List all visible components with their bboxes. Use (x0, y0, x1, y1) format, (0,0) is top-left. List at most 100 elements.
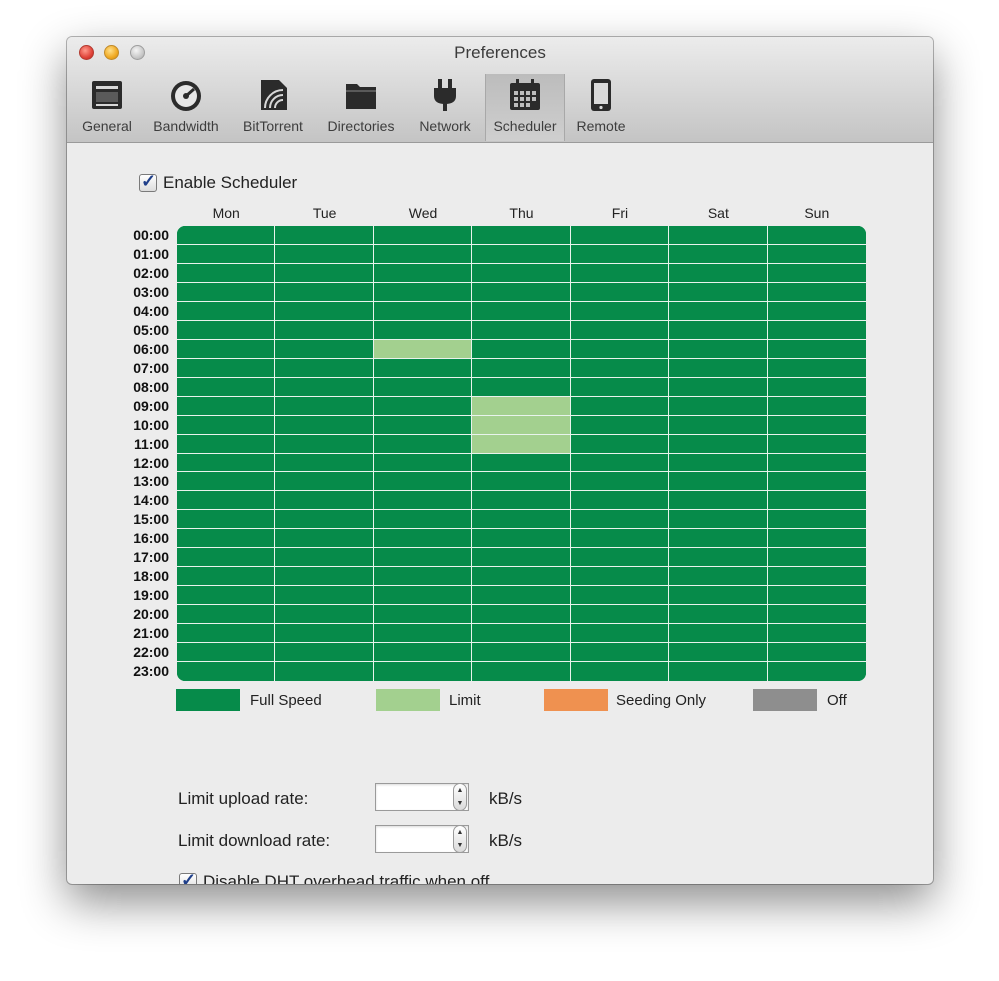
schedule-cell[interactable] (669, 434, 768, 454)
schedule-cell[interactable] (472, 282, 571, 302)
schedule-cell[interactable] (767, 624, 866, 644)
schedule-cell[interactable] (767, 415, 866, 435)
schedule-cell[interactable] (570, 662, 670, 681)
schedule-cell[interactable] (669, 472, 768, 492)
enable-scheduler-checkbox[interactable]: ✓ (139, 171, 157, 192)
schedule-cell[interactable] (177, 491, 276, 511)
schedule-cell[interactable] (275, 396, 374, 416)
schedule-cell[interactable] (669, 358, 768, 378)
schedule-cell[interactable] (177, 472, 276, 492)
schedule-cell[interactable] (669, 586, 768, 606)
schedule-cell[interactable] (373, 586, 473, 606)
stepper-down-icon[interactable]: ▼ (454, 797, 466, 810)
schedule-cell[interactable] (570, 453, 670, 473)
schedule-cell[interactable] (570, 244, 670, 264)
schedule-cell[interactable] (767, 643, 866, 663)
schedule-cell[interactable] (767, 472, 866, 492)
schedule-cell[interactable] (767, 491, 866, 511)
schedule-cell[interactable] (669, 491, 768, 511)
schedule-cell[interactable] (767, 548, 866, 568)
schedule-cell[interactable] (275, 339, 374, 359)
toolbar-item-directories[interactable]: Directories (319, 74, 403, 141)
schedule-cell[interactable] (472, 263, 571, 283)
stepper-down-icon[interactable]: ▼ (454, 839, 466, 852)
schedule-cell[interactable] (669, 624, 768, 644)
schedule-cell[interactable] (373, 301, 473, 321)
schedule-cell[interactable] (275, 491, 374, 511)
schedule-cell[interactable] (767, 377, 866, 397)
schedule-cell[interactable] (472, 548, 571, 568)
schedule-cell[interactable] (373, 415, 473, 435)
schedule-cell[interactable] (767, 320, 866, 340)
schedule-cell[interactable] (275, 377, 374, 397)
schedule-cell[interactable] (570, 301, 670, 321)
schedule-cell[interactable] (373, 472, 473, 492)
schedule-cell[interactable] (570, 339, 670, 359)
schedule-cell[interactable] (177, 244, 276, 264)
schedule-cell[interactable] (177, 358, 276, 378)
schedule-cell[interactable] (570, 510, 670, 530)
schedule-cell[interactable] (472, 662, 571, 681)
schedule-cell[interactable] (373, 548, 473, 568)
schedule-cell[interactable] (275, 586, 374, 606)
schedule-cell[interactable] (177, 339, 276, 359)
schedule-cell[interactable] (570, 358, 670, 378)
schedule-cell[interactable] (177, 586, 276, 606)
schedule-cell[interactable] (669, 643, 768, 663)
schedule-cell[interactable] (472, 567, 571, 587)
schedule-cell[interactable] (177, 377, 276, 397)
schedule-cell[interactable] (373, 244, 473, 264)
schedule-cell[interactable] (669, 282, 768, 302)
schedule-cell[interactable] (669, 396, 768, 416)
schedule-cell[interactable] (177, 453, 276, 473)
schedule-cell[interactable] (373, 605, 473, 625)
schedule-cell[interactable] (570, 434, 670, 454)
schedule-cell[interactable] (570, 624, 670, 644)
schedule-cell[interactable] (373, 453, 473, 473)
schedule-cell[interactable] (275, 226, 374, 245)
schedule-cell[interactable] (669, 510, 768, 530)
schedule-cell[interactable] (669, 529, 768, 549)
schedule-cell[interactable] (570, 320, 670, 340)
schedule-cell[interactable] (767, 662, 866, 681)
schedule-cell[interactable] (669, 226, 768, 245)
schedule-cell[interactable] (373, 529, 473, 549)
toolbar-item-general[interactable]: General (75, 74, 139, 141)
schedule-cell[interactable] (177, 226, 276, 245)
schedule-cell[interactable] (767, 301, 866, 321)
schedule-cell[interactable] (472, 396, 571, 416)
schedule-cell[interactable] (669, 415, 768, 435)
schedule-cell[interactable] (472, 415, 571, 435)
schedule-cell[interactable] (177, 624, 276, 644)
schedule-cell[interactable] (472, 339, 571, 359)
schedule-cell[interactable] (669, 320, 768, 340)
schedule-cell[interactable] (472, 244, 571, 264)
schedule-cell[interactable] (177, 396, 276, 416)
schedule-cell[interactable] (767, 244, 866, 264)
schedule-cell[interactable] (275, 548, 374, 568)
download-rate-stepper[interactable]: ▲ ▼ (453, 825, 467, 853)
schedule-cell[interactable] (767, 510, 866, 530)
schedule-cell[interactable] (373, 491, 473, 511)
schedule-grid[interactable] (177, 226, 866, 681)
schedule-cell[interactable] (669, 244, 768, 264)
schedule-cell[interactable] (767, 226, 866, 245)
schedule-cell[interactable] (669, 453, 768, 473)
schedule-cell[interactable] (177, 415, 276, 435)
schedule-cell[interactable] (275, 434, 374, 454)
schedule-cell[interactable] (767, 605, 866, 625)
schedule-cell[interactable] (177, 529, 276, 549)
schedule-cell[interactable] (275, 320, 374, 340)
schedule-cell[interactable] (373, 510, 473, 530)
schedule-cell[interactable] (767, 358, 866, 378)
schedule-cell[interactable] (570, 567, 670, 587)
schedule-cell[interactable] (472, 453, 571, 473)
schedule-cell[interactable] (472, 643, 571, 663)
schedule-cell[interactable] (570, 226, 670, 245)
schedule-cell[interactable] (767, 453, 866, 473)
schedule-cell[interactable] (177, 282, 276, 302)
schedule-cell[interactable] (570, 377, 670, 397)
schedule-cell[interactable] (177, 662, 276, 681)
schedule-cell[interactable] (373, 339, 473, 359)
schedule-cell[interactable] (472, 491, 571, 511)
